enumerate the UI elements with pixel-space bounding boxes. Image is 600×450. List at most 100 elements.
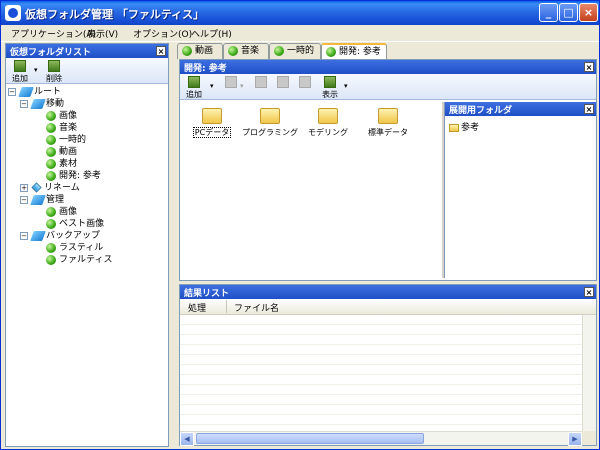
- expand-icon[interactable]: +: [20, 184, 28, 192]
- add-dropdown-icon[interactable]: ▾: [34, 66, 38, 74]
- tab-strip: 動画 音楽 一時的 開発: 参考: [177, 43, 597, 60]
- add-button[interactable]: 追加: [12, 60, 28, 84]
- tree-item-manage-images[interactable]: 画像: [46, 206, 77, 218]
- rename-icon: [31, 182, 42, 193]
- green-dot-icon: [46, 242, 56, 253]
- close-icon[interactable]: ×: [584, 287, 594, 297]
- delete-icon: [48, 60, 60, 72]
- tree-item-move[interactable]: − 移動: [20, 98, 64, 110]
- title-bar[interactable]: 仮想フォルダ管理 「ファルティス」 _ □ ×: [1, 1, 599, 25]
- folder-icon: [202, 108, 222, 124]
- folder-item[interactable]: プログラミング: [240, 108, 300, 138]
- disabled-tool-3[interactable]: [276, 76, 290, 89]
- copy-icon: [225, 76, 237, 88]
- close-icon[interactable]: ×: [156, 46, 166, 56]
- down-icon: [299, 76, 311, 88]
- tree-item-move-temporary[interactable]: 一時的: [46, 134, 86, 146]
- menu-view[interactable]: 表示(V): [87, 27, 118, 40]
- green-dot-icon: [46, 146, 56, 157]
- close-icon[interactable]: ×: [584, 104, 594, 114]
- add-button[interactable]: 追加: [186, 76, 202, 100]
- tree-item-manage[interactable]: − 管理: [20, 194, 64, 206]
- menu-help[interactable]: ヘルプ(H): [191, 27, 232, 40]
- disabled-tool-4[interactable]: [298, 76, 312, 89]
- green-dot-icon: [182, 45, 192, 56]
- green-dot-icon: [326, 46, 336, 57]
- virtual-folder-pane-header: 仮想フォルダリスト ×: [6, 44, 168, 58]
- column-header-row: 処理 ファイル名: [180, 299, 596, 315]
- tree-item-move-material[interactable]: 素材: [46, 158, 77, 170]
- green-dot-icon: [46, 122, 56, 133]
- move-icon: [255, 76, 267, 88]
- folder-icon: [260, 108, 280, 124]
- folder-item[interactable]: PCデータ: [182, 108, 242, 138]
- green-dot-icon: [46, 134, 56, 145]
- scroll-right-icon[interactable]: ▶: [568, 432, 582, 446]
- collapse-icon[interactable]: −: [20, 196, 28, 204]
- vertical-scrollbar[interactable]: [582, 315, 596, 431]
- green-dot-icon: [46, 110, 56, 121]
- expand-folder-header: 展開用フォルダ ×: [445, 102, 596, 116]
- tree-item-backup-rastil[interactable]: ラスティル: [46, 242, 103, 254]
- result-list-header: 結果リスト ×: [180, 285, 596, 299]
- close-icon[interactable]: ×: [584, 62, 594, 72]
- folder-icon: [18, 86, 34, 97]
- tab-temporary[interactable]: 一時的: [269, 43, 321, 59]
- add-icon: [14, 60, 26, 72]
- folder-item[interactable]: モデリング: [298, 108, 358, 138]
- folder-icon: [30, 194, 46, 205]
- delete-button[interactable]: 削除: [46, 60, 62, 84]
- tree-item-move-dev-reference[interactable]: 開発: 参考: [46, 170, 101, 182]
- tree-item-backup-faltis[interactable]: ファルティス: [46, 254, 112, 266]
- tree-item-backup[interactable]: − バックアップ: [20, 230, 100, 242]
- folder-icon: [30, 230, 46, 241]
- view-dropdown-icon[interactable]: ▾: [344, 82, 348, 90]
- list-item[interactable]: 参考: [449, 120, 479, 133]
- view-button[interactable]: 表示: [322, 76, 338, 100]
- folder-icon: [318, 108, 338, 124]
- left-toolbar: 追加 ▾ 削除: [6, 58, 168, 84]
- menu-options[interactable]: オプション(O): [133, 27, 192, 40]
- tree-item-root[interactable]: − ルート: [8, 86, 61, 98]
- green-dot-icon: [46, 254, 56, 265]
- tab-dev-reference[interactable]: 開発: 参考: [321, 43, 387, 60]
- folder-view-title: 開発: 参考: [184, 64, 227, 74]
- column-header-filename[interactable]: ファイル名: [234, 301, 279, 314]
- file-list: PCデータ プログラミング モデリング 標準データ: [182, 102, 440, 278]
- window-title: 仮想フォルダ管理 「ファルティス」: [25, 8, 205, 21]
- dropdown-icon[interactable]: ▾: [240, 82, 244, 90]
- tree-item-move-music[interactable]: 音楽: [46, 122, 77, 134]
- up-icon: [277, 76, 289, 88]
- tree-item-move-images[interactable]: 画像: [46, 110, 77, 122]
- view-icon: [324, 76, 336, 88]
- folder-item[interactable]: 標準データ: [358, 108, 418, 138]
- collapse-icon[interactable]: −: [20, 100, 28, 108]
- minimize-button[interactable]: _: [539, 3, 558, 22]
- result-grid[interactable]: [180, 315, 582, 431]
- scroll-thumb[interactable]: [196, 433, 424, 444]
- green-dot-icon: [46, 170, 56, 181]
- menu-application[interactable]: アプリケーション(A): [11, 27, 96, 40]
- maximize-button[interactable]: □: [559, 3, 578, 22]
- horizontal-scrollbar[interactable]: ◀ ▶: [180, 431, 582, 446]
- folder-view-pane: 開発: 参考 × 追加 ▾ ▾ 表示 ▾ PCデータ プログラミング モデリング…: [179, 59, 597, 281]
- add-icon: [188, 76, 200, 88]
- tree-item-manage-best-images[interactable]: ベスト画像: [46, 218, 104, 230]
- disabled-tool-1[interactable]: [224, 76, 238, 89]
- disabled-tool-2[interactable]: [254, 76, 268, 89]
- collapse-icon[interactable]: −: [20, 232, 28, 240]
- expand-folder-title: 展開用フォルダ: [449, 106, 513, 116]
- tab-music[interactable]: 音楽: [223, 43, 269, 59]
- tree-item-move-video[interactable]: 動画: [46, 146, 77, 158]
- scroll-left-icon[interactable]: ◀: [180, 432, 194, 446]
- close-button[interactable]: ×: [579, 3, 598, 22]
- green-dot-icon: [46, 158, 56, 169]
- tab-video[interactable]: 動画: [177, 43, 223, 59]
- add-dropdown-icon[interactable]: ▾: [210, 82, 214, 90]
- tree-item-rename[interactable]: + リネーム: [20, 182, 80, 194]
- column-divider[interactable]: [226, 300, 227, 313]
- collapse-icon[interactable]: −: [8, 88, 16, 96]
- green-dot-icon: [46, 206, 56, 217]
- column-header-process[interactable]: 処理: [188, 301, 206, 314]
- menu-bar: アプリケーション(A) 表示(V) オプション(O) ヘルプ(H): [1, 25, 599, 42]
